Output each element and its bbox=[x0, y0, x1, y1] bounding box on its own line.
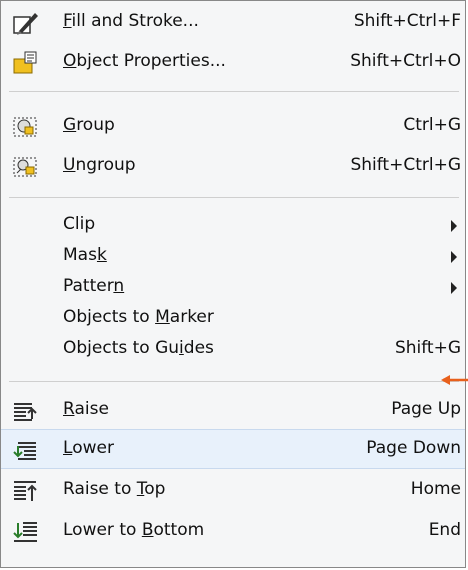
menu-item-fill-and-stroke[interactable]: Fill and Stroke... Shift+Ctrl+F bbox=[1, 3, 465, 43]
menu-separator bbox=[9, 91, 459, 92]
shortcut: Shift+Ctrl+G bbox=[350, 155, 461, 175]
menu-item-raise-to-top[interactable]: Raise to Top Home bbox=[1, 471, 465, 511]
shortcut: Shift+Ctrl+F bbox=[353, 11, 461, 31]
fill-stroke-icon bbox=[11, 9, 39, 37]
menu-item-lower[interactable]: Lower Page Down bbox=[1, 429, 465, 469]
object-context-menu: Fill and Stroke... Shift+Ctrl+F Object P… bbox=[0, 0, 466, 568]
submenu-arrow-icon bbox=[451, 251, 457, 263]
raise-to-top-icon bbox=[11, 477, 39, 505]
annotation-arrow-icon bbox=[441, 375, 468, 385]
shortcut: End bbox=[428, 520, 461, 540]
menu-item-ungroup[interactable]: Ungroup Shift+Ctrl+G bbox=[1, 147, 465, 187]
menu-separator bbox=[9, 381, 459, 382]
menu-item-objects-to-guides[interactable]: Objects to Guides Shift+G bbox=[1, 330, 465, 370]
menu-item-group[interactable]: Group Ctrl+G bbox=[1, 107, 465, 147]
shortcut: Page Up bbox=[391, 399, 461, 419]
menu-item-object-properties[interactable]: Object Properties... Shift+Ctrl+O bbox=[1, 43, 465, 83]
shortcut: Shift+G bbox=[394, 338, 461, 358]
lower-to-bottom-icon bbox=[11, 518, 39, 546]
menu-item-lower-to-bottom[interactable]: Lower to Bottom End bbox=[1, 512, 465, 552]
shortcut: Page Down bbox=[366, 438, 461, 458]
menu-item-raise[interactable]: Raise Page Up bbox=[1, 391, 465, 431]
object-properties-icon bbox=[11, 49, 39, 77]
submenu-arrow-icon bbox=[451, 220, 457, 232]
shortcut: Home bbox=[410, 479, 461, 499]
group-icon bbox=[11, 113, 39, 141]
submenu-arrow-icon bbox=[451, 282, 457, 294]
ungroup-icon bbox=[11, 153, 39, 181]
raise-icon bbox=[11, 397, 39, 425]
shortcut: Ctrl+G bbox=[403, 115, 461, 135]
menu-separator bbox=[9, 197, 459, 198]
lower-icon bbox=[11, 436, 39, 464]
shortcut: Shift+Ctrl+O bbox=[350, 51, 461, 71]
